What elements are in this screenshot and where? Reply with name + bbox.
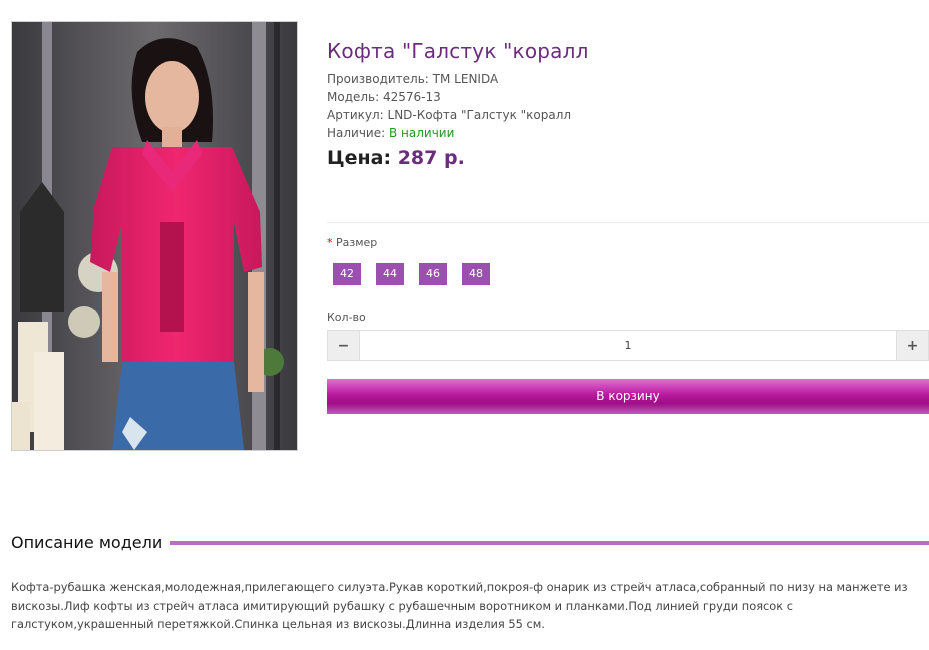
price-value: 287 р.	[397, 147, 465, 169]
product-meta: Производитель: TM LENIDA Модель: 42576-1…	[327, 70, 929, 142]
model-row: Модель: 42576-13	[327, 88, 929, 106]
sku-label: Артикул:	[327, 108, 384, 122]
size-option-44[interactable]: 44	[376, 263, 404, 285]
description-text: Кофта-рубашка женская,молодежная,прилега…	[11, 580, 908, 631]
minus-icon: −	[337, 337, 350, 354]
quantity-decrease-button[interactable]: −	[328, 331, 359, 360]
section-rule	[170, 540, 929, 545]
description-heading: Описание модели	[11, 533, 163, 552]
divider	[327, 222, 929, 223]
product-title: Кофта "Галстук "коралл	[327, 39, 589, 63]
size-option-48[interactable]: 48	[462, 263, 490, 285]
size-label-text: Размер	[336, 236, 378, 249]
price: Цена: 287 р.	[327, 147, 929, 169]
manufacturer-label: Производитель:	[327, 72, 429, 86]
price-label: Цена:	[327, 147, 392, 169]
quantity-input[interactable]	[359, 331, 897, 360]
add-to-cart-button[interactable]: В корзину	[327, 379, 929, 414]
size-option-label: * Размер	[327, 236, 377, 249]
product-photo	[12, 22, 297, 450]
sku-row: Артикул: LND-Кофта "Галстук "коралл	[327, 106, 929, 124]
product-info: Кофта "Галстук "коралл Производитель: TM…	[327, 38, 929, 169]
model-label: Модель:	[327, 90, 380, 104]
required-mark: *	[327, 236, 333, 249]
manufacturer-row: Производитель: TM LENIDA	[327, 70, 929, 88]
availability-label: Наличие:	[327, 126, 386, 140]
quantity-stepper: − +	[327, 330, 929, 361]
plus-icon: +	[906, 337, 919, 354]
model-value: 42576-13	[383, 90, 441, 104]
size-option-46[interactable]: 46	[419, 263, 447, 285]
sku-value: LND-Кофта "Галстук "коралл	[387, 108, 572, 122]
product-image[interactable]	[11, 21, 298, 451]
manufacturer-value[interactable]: TM LENIDA	[433, 72, 499, 86]
size-options: 42 44 46 48	[333, 263, 505, 285]
availability-status: В наличии	[389, 126, 455, 140]
description-header: Описание модели	[11, 533, 929, 552]
quantity-increase-button[interactable]: +	[897, 331, 928, 360]
size-option-42[interactable]: 42	[333, 263, 361, 285]
quantity-label: Кол-во	[327, 311, 366, 324]
availability-row: Наличие: В наличии	[327, 124, 929, 142]
